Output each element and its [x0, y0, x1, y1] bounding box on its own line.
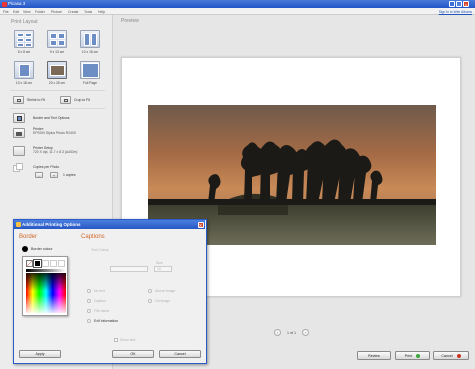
- copies-icon: [13, 163, 25, 174]
- white-swatch[interactable]: [42, 260, 49, 267]
- file-name-radio[interactable]: [87, 309, 91, 313]
- layout-9x13-button[interactable]: [47, 30, 67, 48]
- caption-radio[interactable]: [87, 299, 91, 303]
- font-select[interactable]: [110, 266, 148, 272]
- layout-full-page-button[interactable]: [80, 61, 100, 79]
- printer-setup-button[interactable]: [13, 146, 25, 156]
- crop-to-fit-button[interactable]: [60, 96, 71, 104]
- size-label: Size: [156, 261, 163, 265]
- caption-label: Caption: [94, 299, 107, 303]
- black-swatch[interactable]: [33, 259, 42, 268]
- border-colour-swatch[interactable]: [22, 246, 28, 252]
- window-title-bar[interactable]: Picasa 3 _ □ ×: [0, 0, 475, 8]
- layout-10x15-button[interactable]: [80, 30, 100, 48]
- border-text-options-button[interactable]: [13, 113, 25, 123]
- captions-heading: Captions: [81, 234, 105, 240]
- copies-label: Copies per Photo: [33, 165, 60, 169]
- previous-page-button[interactable]: ‹: [274, 329, 281, 336]
- exif-information-label: Exif information: [94, 319, 119, 323]
- close-window-button[interactable]: ×: [463, 1, 469, 7]
- on-image-radio[interactable]: [148, 299, 152, 303]
- crop-to-fit-label: Crop to Fit: [74, 98, 90, 102]
- layout-20x25-label: 20 x 25 cm: [48, 81, 66, 85]
- ok-button[interactable]: OK: [112, 350, 154, 358]
- printer-icon: [16, 132, 22, 136]
- menu-edit[interactable]: Edit: [13, 10, 19, 14]
- file-name-label: File name: [94, 309, 110, 313]
- border-heading: Border: [19, 234, 38, 240]
- colour-picker-popup: [22, 256, 68, 316]
- border-icon: [17, 116, 22, 121]
- exif-information-radio[interactable]: [87, 319, 91, 323]
- size-value: 10: [157, 267, 161, 271]
- layout-20x25-button[interactable]: [47, 61, 67, 79]
- menu-create[interactable]: Create: [68, 10, 79, 14]
- cancel-button[interactable]: Cancel: [433, 351, 469, 360]
- print-button-label: Print: [404, 354, 413, 358]
- copies-decrease-button[interactable]: -: [35, 172, 43, 178]
- copies-value: 1 copies: [63, 173, 76, 177]
- cancel-button-label: Cancel: [441, 354, 453, 358]
- layout-full-page-label: Full Page: [83, 81, 97, 85]
- additional-printing-options-dialog: Additional Printing Options X Border Cap…: [13, 219, 207, 364]
- shrink-to-fit-label: Shrink to Fit: [27, 98, 46, 102]
- print-check-icon: [416, 353, 421, 358]
- dialog-title-bar[interactable]: Additional Printing Options X: [14, 220, 205, 229]
- minimize-button[interactable]: _: [449, 1, 455, 7]
- layout-9x13-label: 9 x 13 cm: [49, 50, 65, 54]
- menu-picture[interactable]: Picture: [51, 10, 62, 14]
- divider: [10, 90, 105, 91]
- sign-in-link[interactable]: Sign In to Web Albums: [439, 10, 472, 14]
- menu-bar: File Edit View Folder Picture Create Too…: [0, 8, 475, 15]
- layout-10x15-label: 10 x 15 cm: [81, 50, 99, 54]
- layout-5x8-label: 5 x 8 cm: [17, 50, 31, 54]
- no-text-radio[interactable]: [87, 289, 91, 293]
- menu-help[interactable]: Help: [98, 10, 105, 14]
- custom-swatch-1[interactable]: [50, 260, 57, 267]
- show-text-label: Show text: [120, 338, 136, 342]
- window-title: Picasa 3: [8, 1, 26, 6]
- dialog-close-button[interactable]: X: [197, 221, 204, 228]
- border-text-options-label: Border and Text Options: [33, 116, 70, 120]
- dialog-cancel-button[interactable]: Cancel: [159, 350, 201, 358]
- cancel-x-icon: [456, 353, 461, 358]
- dialog-app-icon: [16, 222, 21, 227]
- preview-title: Preview: [121, 18, 139, 24]
- greyscale-bar[interactable]: [26, 269, 66, 272]
- maximize-button[interactable]: □: [456, 1, 462, 7]
- print-layout-title: Print Layout: [11, 19, 38, 25]
- printer-setup-detail: 720 X dpi, 11.7 x 8.3 (A4/Dm): [33, 150, 78, 154]
- review-button[interactable]: Review: [357, 351, 391, 360]
- menu-file[interactable]: File: [3, 10, 9, 14]
- menu-view[interactable]: View: [23, 10, 31, 14]
- apply-button[interactable]: Apply: [19, 350, 61, 358]
- on-image-label: On image: [155, 299, 171, 303]
- next-page-button[interactable]: ›: [302, 329, 309, 336]
- layout-13x18-button[interactable]: [14, 61, 34, 79]
- show-text-checkbox[interactable]: [114, 338, 118, 342]
- above-image-label: Above image: [155, 289, 176, 293]
- colour-spectrum-shade: [26, 273, 66, 291]
- page-indicator: 1 of 1: [287, 330, 296, 335]
- copies-increase-button[interactable]: +: [50, 172, 58, 178]
- layout-13x18-label: 13 x 18 cm: [15, 81, 33, 85]
- border-colour-label: Border colour: [31, 247, 53, 251]
- menu-tools[interactable]: Tools: [84, 10, 92, 14]
- divider: [10, 108, 105, 109]
- no-colour-swatch[interactable]: [26, 260, 33, 267]
- above-image-radio[interactable]: [148, 289, 152, 293]
- layout-5x8-button[interactable]: [14, 30, 34, 48]
- dialog-title: Additional Printing Options: [22, 222, 81, 227]
- no-text-label: No text: [94, 289, 106, 293]
- custom-swatch-2[interactable]: [58, 260, 65, 267]
- menu-folder[interactable]: Folder: [35, 10, 45, 14]
- print-button[interactable]: Print: [395, 351, 430, 360]
- text-colour-label: Text Colour: [91, 248, 109, 252]
- shrink-to-fit-button[interactable]: [13, 96, 24, 104]
- picasa-app-icon: [2, 1, 7, 7]
- printer-name: EPSON Stylus Photo R2400: [33, 131, 76, 135]
- printer-select-button[interactable]: [13, 128, 25, 138]
